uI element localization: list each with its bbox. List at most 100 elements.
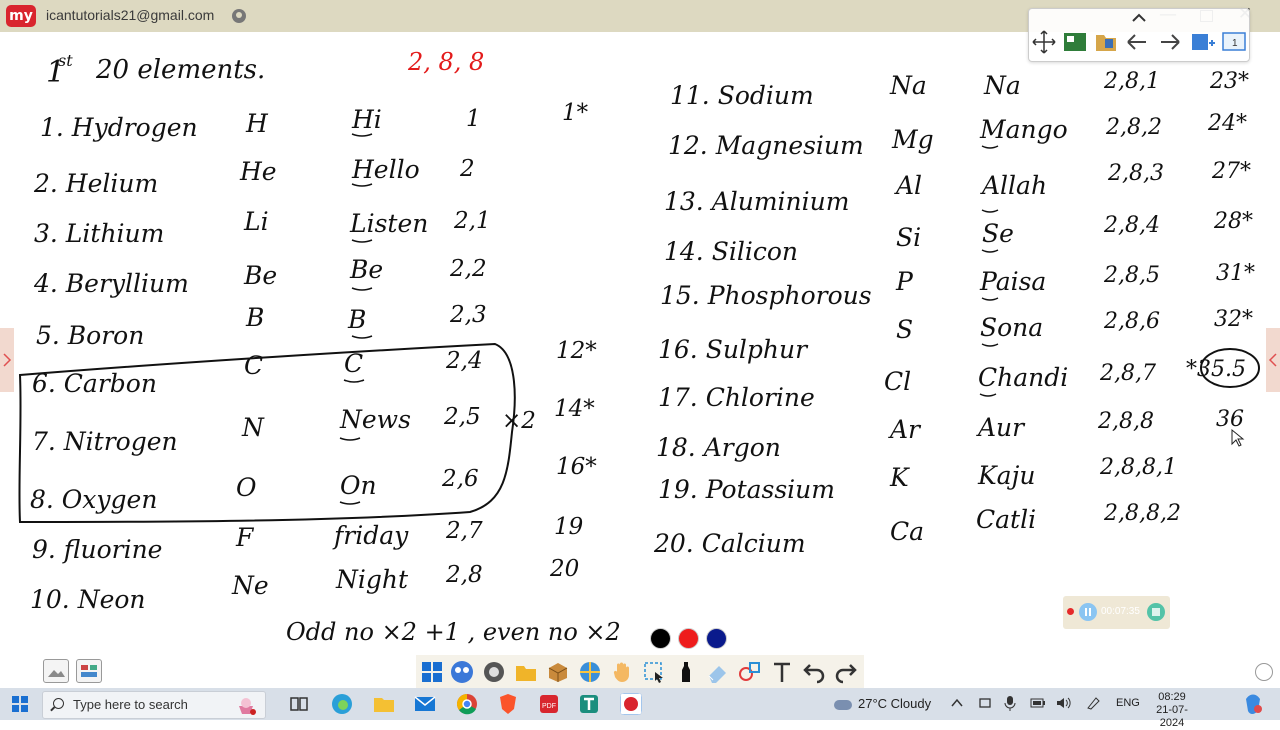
taskbar-search-input[interactable]: Type here to search	[42, 691, 266, 719]
pause-recording-button[interactable]	[1079, 603, 1097, 621]
task-view-icon[interactable]	[288, 693, 310, 715]
cupcake-icon	[239, 698, 256, 715]
stop-recording-button[interactable]	[1147, 603, 1165, 621]
hand-icon[interactable]	[610, 660, 634, 684]
chrome-icon[interactable]	[456, 693, 478, 715]
chevron-up-icon[interactable]	[950, 696, 964, 710]
brave-browser-icon[interactable]	[497, 693, 519, 715]
notes-app-icon[interactable]	[578, 693, 600, 715]
weather-widget[interactable]: 27°C Cloudy	[834, 696, 931, 711]
element-mass: 27*	[1211, 159, 1251, 184]
volume-icon[interactable]	[1056, 696, 1072, 710]
pen-icon[interactable]	[1086, 696, 1102, 710]
battery-icon[interactable]	[1030, 696, 1046, 710]
pdf-reader-icon[interactable]: PDF	[538, 693, 560, 715]
undo-icon[interactable]	[802, 660, 826, 684]
element-mnemonic: Allah	[980, 171, 1047, 200]
redo-icon[interactable]	[834, 660, 858, 684]
microphone-icon[interactable]	[1004, 695, 1016, 711]
folder-icon[interactable]	[1093, 29, 1119, 55]
search-placeholder: Type here to search	[73, 697, 188, 712]
eraser-icon[interactable]	[706, 660, 730, 684]
element-mass: 19	[554, 514, 583, 540]
element-symbol: B	[245, 303, 264, 332]
file-explorer-icon[interactable]	[373, 693, 395, 715]
element-mass: *35.5	[1186, 357, 1246, 382]
element-symbol: Si	[896, 223, 921, 252]
shapes-icon[interactable]	[738, 660, 762, 684]
element-symbol: Ne	[231, 571, 269, 600]
element-config: 2,2	[449, 256, 487, 282]
floating-toolbar: 1	[1028, 8, 1250, 62]
element-config: 2,7	[445, 518, 483, 544]
element-config: 2,8,7	[1099, 361, 1156, 386]
element-name: 1. Hydrogen	[40, 113, 198, 142]
title-pattern: 2, 8, 8	[407, 48, 484, 76]
element-symbol: Li	[243, 207, 269, 236]
element-name: 19. Potassium	[658, 475, 835, 504]
app-logo: my	[6, 5, 36, 27]
whiteboard-app-icon[interactable]	[620, 693, 642, 715]
marker-icon[interactable]	[674, 660, 698, 684]
element-name: 7. Nitrogen	[32, 427, 178, 456]
table-row: 15. Phosphorous P Paisa 2,8,5 31*	[660, 261, 1255, 310]
table-row: 19. Potassium K Kaju 2,8,8,1	[658, 455, 1177, 504]
element-name: 12. Magnesium	[668, 131, 864, 160]
taskbar-clock[interactable]: 08:29 21-07-2024	[1146, 691, 1198, 730]
folder-icon[interactable]	[514, 660, 538, 684]
element-mass: 12*	[556, 338, 597, 364]
element-mnemonic: Kaju	[977, 461, 1035, 490]
language-indicator[interactable]: ENG	[1116, 697, 1140, 709]
element-symbol: Al	[894, 171, 922, 200]
mouse-cursor-icon	[1231, 428, 1245, 447]
element-mass: 24*	[1207, 111, 1247, 136]
color-black-swatch[interactable]	[650, 628, 671, 649]
table-row: 20. Calcium Ca Catli 2,8,8,2	[653, 501, 1181, 558]
left-panel-tab[interactable]	[0, 328, 14, 392]
copilot-icon[interactable]	[1242, 693, 1264, 715]
arrow-left-icon[interactable]	[1124, 29, 1150, 55]
element-config: 2,5	[443, 404, 481, 430]
element-config: 2,8,4	[1103, 213, 1160, 238]
element-mnemonic: News	[339, 405, 411, 434]
chevron-right-icon	[3, 353, 12, 367]
element-name: 14. Silicon	[664, 237, 798, 266]
arrow-right-icon[interactable]	[1157, 29, 1183, 55]
element-config: 2,8,8,2	[1103, 501, 1181, 526]
browser-icon[interactable]	[578, 660, 602, 684]
network-icon[interactable]	[978, 696, 992, 710]
element-config: 2,8,8,1	[1099, 455, 1177, 480]
element-mnemonic: Paisa	[979, 267, 1046, 296]
svg-text:PDF: PDF	[542, 703, 556, 710]
mail-icon[interactable]	[414, 693, 436, 715]
add-page-icon[interactable]	[1189, 29, 1215, 55]
element-mnemonic: On	[340, 471, 377, 500]
gallery-icon[interactable]	[76, 659, 102, 683]
move-icon[interactable]	[1031, 29, 1057, 55]
element-symbol: K	[889, 463, 910, 492]
account-icon[interactable]	[232, 9, 246, 23]
selection-icon[interactable]	[642, 660, 666, 684]
box-icon[interactable]	[546, 660, 570, 684]
image-icon[interactable]	[43, 659, 69, 683]
chevron-up-icon[interactable]	[1129, 11, 1149, 25]
table-row: 11. Sodium Na Na 2,8,1 23*	[670, 69, 1249, 110]
screenshot-icon[interactable]	[482, 660, 506, 684]
element-name: 17. Chlorine	[658, 383, 815, 412]
group-icon[interactable]	[450, 660, 474, 684]
element-config: 1	[466, 106, 481, 132]
element-mnemonic: Chandi	[978, 363, 1068, 392]
pages-icon[interactable]: 1	[1221, 29, 1247, 55]
color-blue-swatch[interactable]	[706, 628, 727, 649]
text-tool-icon[interactable]	[770, 660, 794, 684]
color-red-swatch[interactable]	[678, 628, 699, 649]
settings-icon[interactable]	[1255, 663, 1273, 681]
windows-start-button[interactable]	[12, 696, 28, 712]
element-mass: 14*	[554, 396, 595, 422]
element-symbol: O	[236, 473, 257, 502]
right-panel-tab[interactable]	[1266, 328, 1280, 392]
edge-browser-icon[interactable]	[331, 693, 353, 715]
windows-grid-icon[interactable]	[420, 660, 444, 684]
board-icon[interactable]	[1062, 29, 1088, 55]
element-mass: 23*	[1209, 69, 1249, 94]
